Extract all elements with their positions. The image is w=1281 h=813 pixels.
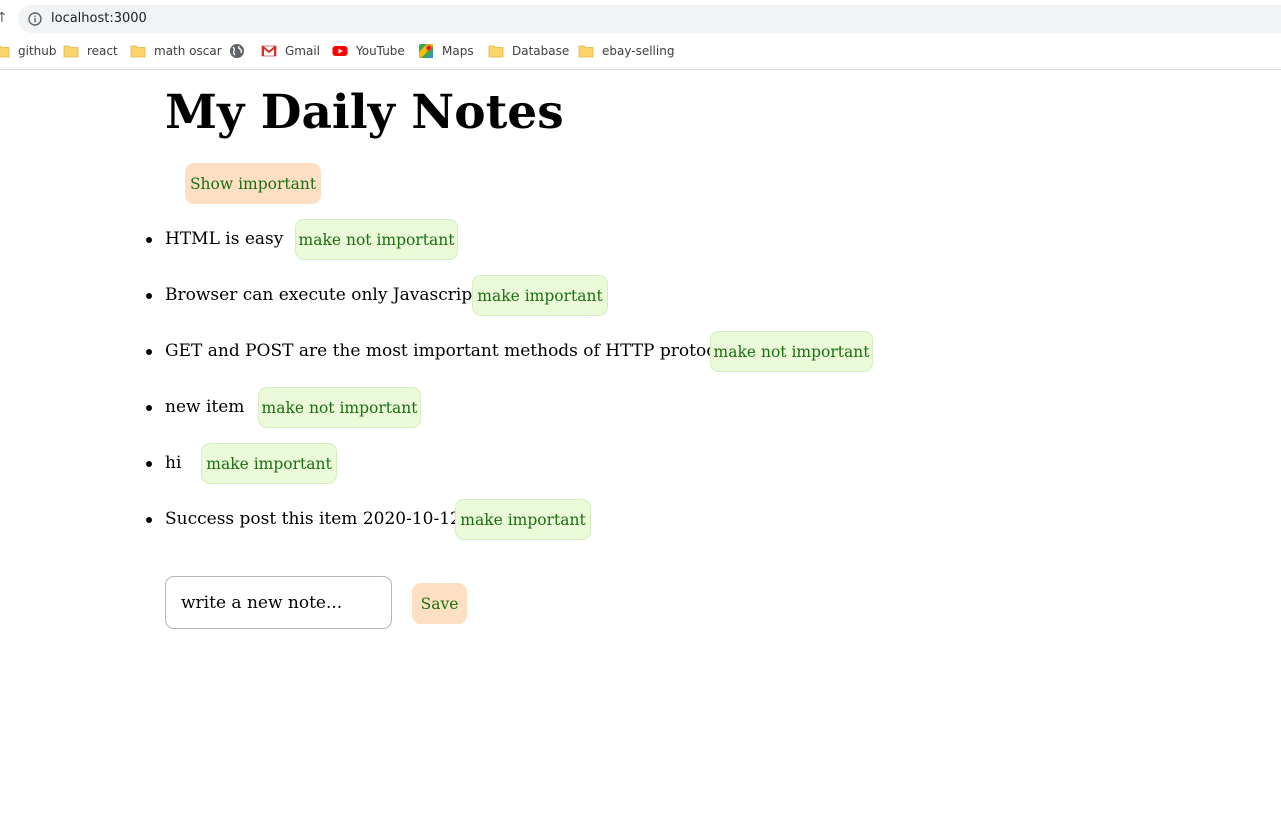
- list-bullet: [146, 237, 152, 243]
- toggle-importance-button[interactable]: make important: [472, 275, 608, 316]
- bookmark-label: Maps: [442, 44, 474, 58]
- list-bullet: [146, 293, 152, 299]
- toggle-importance-button[interactable]: make important: [201, 443, 337, 484]
- page-title: My Daily Notes: [165, 85, 564, 140]
- toggle-importance-button[interactable]: make not important: [295, 219, 458, 260]
- bookmark-math-oscar[interactable]: math oscar: [130, 40, 222, 62]
- list-bullet: [146, 517, 152, 523]
- toggle-importance-button[interactable]: make important: [455, 499, 591, 540]
- note-text: hi: [165, 453, 182, 473]
- gmail-icon: [261, 45, 277, 57]
- url-text[interactable]: localhost:3000: [51, 10, 147, 28]
- show-important-button[interactable]: Show important: [185, 163, 321, 204]
- toggle-importance-button[interactable]: make not important: [710, 331, 873, 372]
- new-note-input[interactable]: [165, 576, 392, 629]
- bookmark-youtube[interactable]: YouTube: [332, 40, 405, 62]
- note-text: GET and POST are the most important meth…: [165, 341, 732, 361]
- folder-icon: [488, 45, 504, 58]
- folder-icon: [130, 45, 146, 58]
- note-text: Browser can execute only Javascript: [165, 285, 480, 305]
- address-bar[interactable]: localhost:3000: [18, 5, 1281, 33]
- maps-icon: [419, 44, 433, 58]
- folder-icon: [578, 45, 594, 58]
- info-icon[interactable]: [28, 12, 42, 26]
- bookmark-label: YouTube: [356, 44, 405, 58]
- note-text: Success post this item 2020-10-12: [165, 509, 461, 529]
- list-bullet: [146, 405, 152, 411]
- toggle-importance-button[interactable]: make not important: [258, 387, 421, 428]
- back-arrow-icon[interactable]: ↑: [0, 8, 8, 28]
- bookmark-react[interactable]: react: [63, 40, 118, 62]
- note-text: new item: [165, 397, 245, 417]
- note-text: HTML is easy: [165, 229, 284, 249]
- globe-icon: [230, 44, 244, 58]
- bookmark-label: Gmail: [285, 44, 321, 58]
- bookmark-label: Database: [512, 44, 570, 58]
- browser-chrome: ↑ localhost:3000 github react math oscar: [0, 0, 1281, 70]
- bookmark-database[interactable]: Database: [488, 40, 569, 62]
- bookmark-globe[interactable]: [229, 40, 253, 62]
- save-button[interactable]: Save: [412, 583, 467, 624]
- bookmark-gmail[interactable]: Gmail: [261, 40, 320, 62]
- bookmark-maps[interactable]: Maps: [418, 40, 474, 62]
- list-bullet: [146, 461, 152, 467]
- youtube-icon: [332, 46, 348, 56]
- bookmarks-bar: github react math oscar Gmail YouTube Ma…: [0, 40, 1281, 62]
- bookmark-label: github: [18, 44, 57, 58]
- bookmark-label: react: [87, 44, 118, 58]
- bookmark-ebay-selling[interactable]: ebay-selling: [578, 40, 674, 62]
- bookmark-label: math oscar: [154, 44, 222, 58]
- folder-icon: [63, 45, 79, 58]
- folder-icon: [0, 45, 10, 58]
- list-bullet: [146, 349, 152, 355]
- bookmark-label: ebay-selling: [602, 44, 675, 58]
- bookmark-github[interactable]: github: [0, 40, 56, 62]
